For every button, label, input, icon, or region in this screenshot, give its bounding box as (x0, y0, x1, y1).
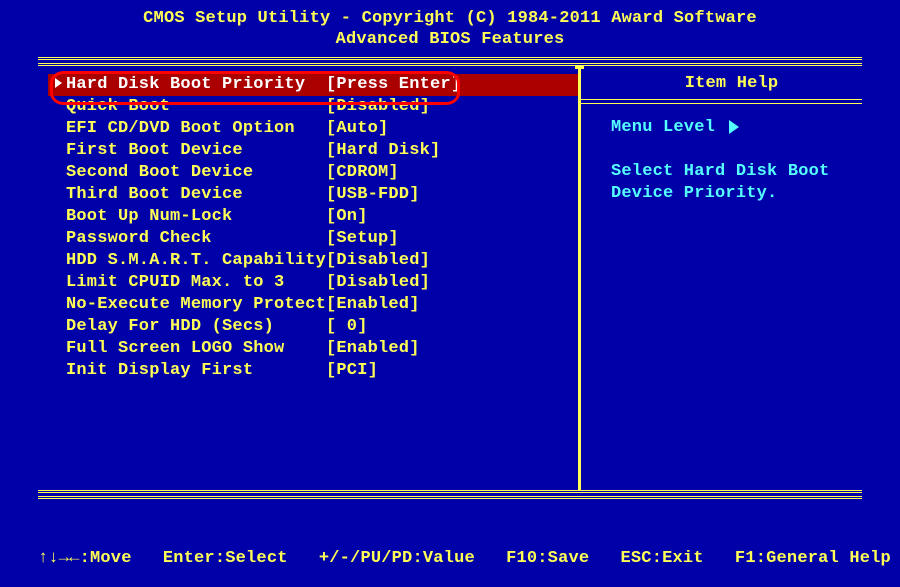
settings-label: EFI CD/DVD Boot Option (66, 119, 326, 138)
settings-value[interactable]: [Auto] (326, 119, 388, 138)
help-separator (581, 99, 862, 104)
cursor-indicator (48, 75, 66, 94)
header: CMOS Setup Utility - Copyright (C) 1984-… (0, 8, 900, 51)
settings-row[interactable]: Quick Boot[Disabled] (48, 96, 578, 118)
menu-level-label: Menu Level (611, 118, 715, 137)
footer-line-1: ↑↓→←:Move Enter:Select +/-/PU/PD:Value F… (38, 548, 862, 571)
settings-label: First Boot Device (66, 141, 326, 160)
settings-label: Init Display First (66, 361, 326, 380)
settings-value[interactable]: [PCI] (326, 361, 378, 380)
settings-row[interactable]: Boot Up Num-Lock[On] (48, 206, 578, 228)
settings-value[interactable]: [Enabled] (326, 295, 420, 314)
settings-row[interactable]: Init Display First[PCI] (48, 360, 578, 382)
header-title: CMOS Setup Utility - Copyright (C) 1984-… (0, 8, 900, 29)
settings-label: Full Screen LOGO Show (66, 339, 326, 358)
settings-row[interactable]: Third Boot Device[USB-FDD] (48, 184, 578, 206)
settings-row[interactable]: Limit CPUID Max. to 3[Disabled] (48, 272, 578, 294)
settings-value[interactable]: [Enabled] (326, 339, 420, 358)
separator-top (38, 57, 862, 66)
settings-label: Limit CPUID Max. to 3 (66, 273, 326, 292)
settings-label: Second Boot Device (66, 163, 326, 182)
settings-label: Quick Boot (66, 97, 326, 116)
menu-level: Menu Level (611, 118, 852, 137)
settings-row[interactable]: Hard Disk Boot Priority[Press Enter] (48, 74, 578, 96)
panels: Hard Disk Boot Priority[Press Enter]Quic… (38, 66, 862, 490)
settings-label: Delay For HDD (Secs) (66, 317, 326, 336)
triangle-right-icon (729, 120, 739, 134)
settings-value[interactable]: [USB-FDD] (326, 185, 420, 204)
settings-row[interactable]: Full Screen LOGO Show[Enabled] (48, 338, 578, 360)
help-title: Item Help (611, 74, 852, 93)
settings-label: HDD S.M.A.R.T. Capability (66, 251, 326, 270)
settings-label: Hard Disk Boot Priority (66, 75, 326, 94)
header-subtitle: Advanced BIOS Features (0, 29, 900, 50)
footer-hints: ↑↓→←:Move Enter:Select +/-/PU/PD:Value F… (0, 499, 900, 587)
settings-label: No-Execute Memory Protect (66, 295, 326, 314)
settings-value[interactable]: [Disabled] (326, 97, 430, 116)
help-text: Select Hard Disk Boot Device Priority. (611, 161, 852, 205)
separator-bottom (38, 490, 862, 499)
settings-row[interactable]: EFI CD/DVD Boot Option[Auto] (48, 118, 578, 140)
vertical-separator (578, 66, 581, 490)
settings-label: Password Check (66, 229, 326, 248)
settings-value[interactable]: [ 0] (326, 317, 368, 336)
settings-row[interactable]: No-Execute Memory Protect[Enabled] (48, 294, 578, 316)
settings-row[interactable]: First Boot Device[Hard Disk] (48, 140, 578, 162)
settings-row[interactable]: Second Boot Device[CDROM] (48, 162, 578, 184)
triangle-right-icon (55, 78, 62, 88)
settings-value[interactable]: [Hard Disk] (326, 141, 440, 160)
bios-screen: CMOS Setup Utility - Copyright (C) 1984-… (0, 0, 900, 587)
settings-row[interactable]: Password Check[Setup] (48, 228, 578, 250)
settings-value[interactable]: [Disabled] (326, 273, 430, 292)
settings-row[interactable]: Delay For HDD (Secs)[ 0] (48, 316, 578, 338)
settings-value[interactable]: [On] (326, 207, 368, 226)
settings-list[interactable]: Hard Disk Boot Priority[Press Enter]Quic… (38, 66, 578, 490)
settings-row[interactable]: HDD S.M.A.R.T. Capability[Disabled] (48, 250, 578, 272)
settings-value[interactable]: [Setup] (326, 229, 399, 248)
help-panel: Item Help Menu Level Select Hard Disk Bo… (581, 66, 862, 490)
settings-value[interactable]: [Disabled] (326, 251, 430, 270)
settings-label: Boot Up Num-Lock (66, 207, 326, 226)
settings-label: Third Boot Device (66, 185, 326, 204)
settings-value[interactable]: [CDROM] (326, 163, 399, 182)
settings-value[interactable]: [Press Enter] (326, 75, 461, 94)
